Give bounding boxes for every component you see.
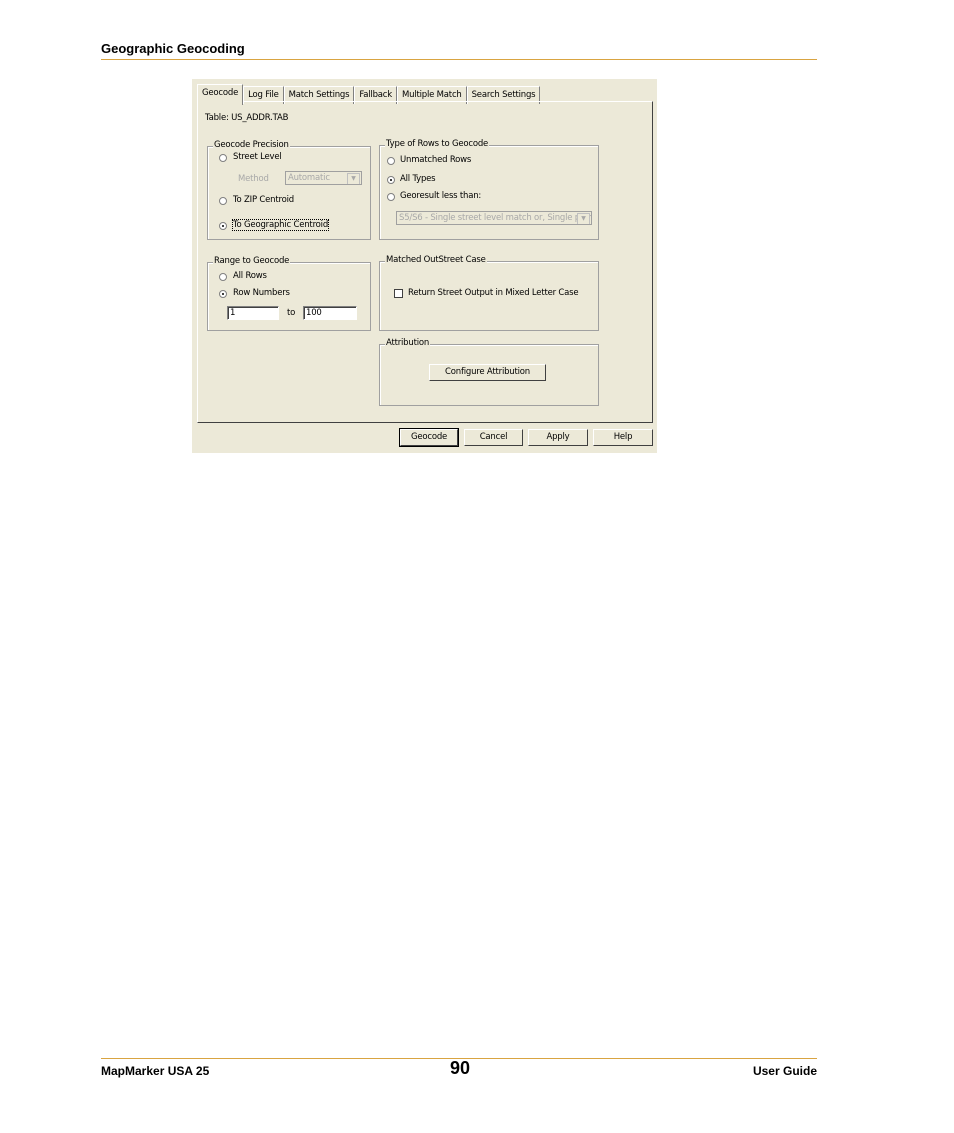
range-group: Range to Geocode All Rows Row Numbers 1 …: [207, 256, 371, 331]
geocode-precision-group: Geocode Precision Street Level Method Au…: [207, 140, 371, 240]
chevron-down-icon: ▼: [577, 213, 590, 224]
tab-geocode[interactable]: Geocode: [197, 84, 244, 105]
page-number: 90: [450, 1058, 471, 1078]
tab-bar: Geocode Log File Match Settings Fallback…: [197, 84, 541, 105]
geographic-centroid-label: To Geographic Centroid: [231, 219, 330, 231]
attribution-group: Attribution Configure Attribution: [379, 338, 599, 406]
chevron-down-icon: ▼: [347, 173, 360, 184]
georesult-value: S5/S6 - Single street level match or, Si…: [399, 213, 592, 223]
zip-centroid-radio[interactable]: [219, 197, 227, 205]
geocode-dialog: Geocode Log File Match Settings Fallback…: [192, 79, 657, 453]
all-rows-radio[interactable]: [219, 273, 227, 281]
street-level-radio[interactable]: [219, 154, 227, 162]
apply-button[interactable]: Apply: [528, 429, 588, 446]
help-button[interactable]: Help: [593, 429, 653, 446]
all-types-label: All Types: [400, 174, 436, 184]
georesult-label: Georesult less than:: [400, 191, 482, 201]
method-label: Method: [238, 174, 269, 184]
geocode-precision-title: Geocode Precision: [213, 140, 290, 150]
footer-product: MapMarker USA 25: [101, 1064, 210, 1078]
geographic-centroid-radio[interactable]: [219, 222, 227, 230]
all-rows-label: All Rows: [233, 271, 267, 281]
page-header: Geographic Geocoding: [101, 41, 245, 56]
row-numbers-radio[interactable]: [219, 290, 227, 298]
footer-guide: User Guide: [752, 1064, 817, 1078]
range-title: Range to Geocode: [213, 256, 291, 266]
method-select[interactable]: Automatic ▼: [285, 171, 362, 185]
row-numbers-label: Row Numbers: [233, 288, 290, 298]
row-from-input[interactable]: 1: [227, 306, 279, 320]
rows-type-title: Type of Rows to Geocode: [385, 139, 490, 149]
zip-centroid-label: To ZIP Centroid: [233, 195, 294, 205]
street-level-label: Street Level: [233, 152, 282, 162]
georesult-radio[interactable]: [387, 193, 395, 201]
geocode-button[interactable]: Geocode: [399, 428, 459, 447]
georesult-select[interactable]: S5/S6 - Single street level match or, Si…: [396, 211, 592, 225]
cancel-button[interactable]: Cancel: [464, 429, 523, 446]
attribution-title: Attribution: [385, 338, 431, 348]
unmatched-rows-radio[interactable]: [387, 157, 395, 165]
mixed-case-label: Return Street Output in Mixed Letter Cas…: [408, 288, 579, 298]
case-group: Matched OutStreet Case Return Street Out…: [379, 255, 599, 331]
range-to-label: to: [287, 308, 296, 318]
method-value: Automatic: [288, 173, 330, 183]
all-types-radio[interactable]: [387, 176, 395, 184]
rows-type-group: Type of Rows to Geocode Unmatched Rows A…: [379, 139, 599, 240]
unmatched-rows-label: Unmatched Rows: [400, 155, 472, 165]
header-rule: [101, 59, 817, 60]
configure-attribution-button[interactable]: Configure Attribution: [429, 364, 546, 381]
table-label: Table: US_ADDR.TAB: [205, 113, 289, 123]
geocode-tab-panel: Table: US_ADDR.TAB Geocode Precision Str…: [197, 101, 653, 423]
mixed-case-checkbox[interactable]: [394, 289, 403, 298]
row-to-input[interactable]: 100: [303, 306, 357, 320]
case-title: Matched OutStreet Case: [385, 255, 487, 265]
